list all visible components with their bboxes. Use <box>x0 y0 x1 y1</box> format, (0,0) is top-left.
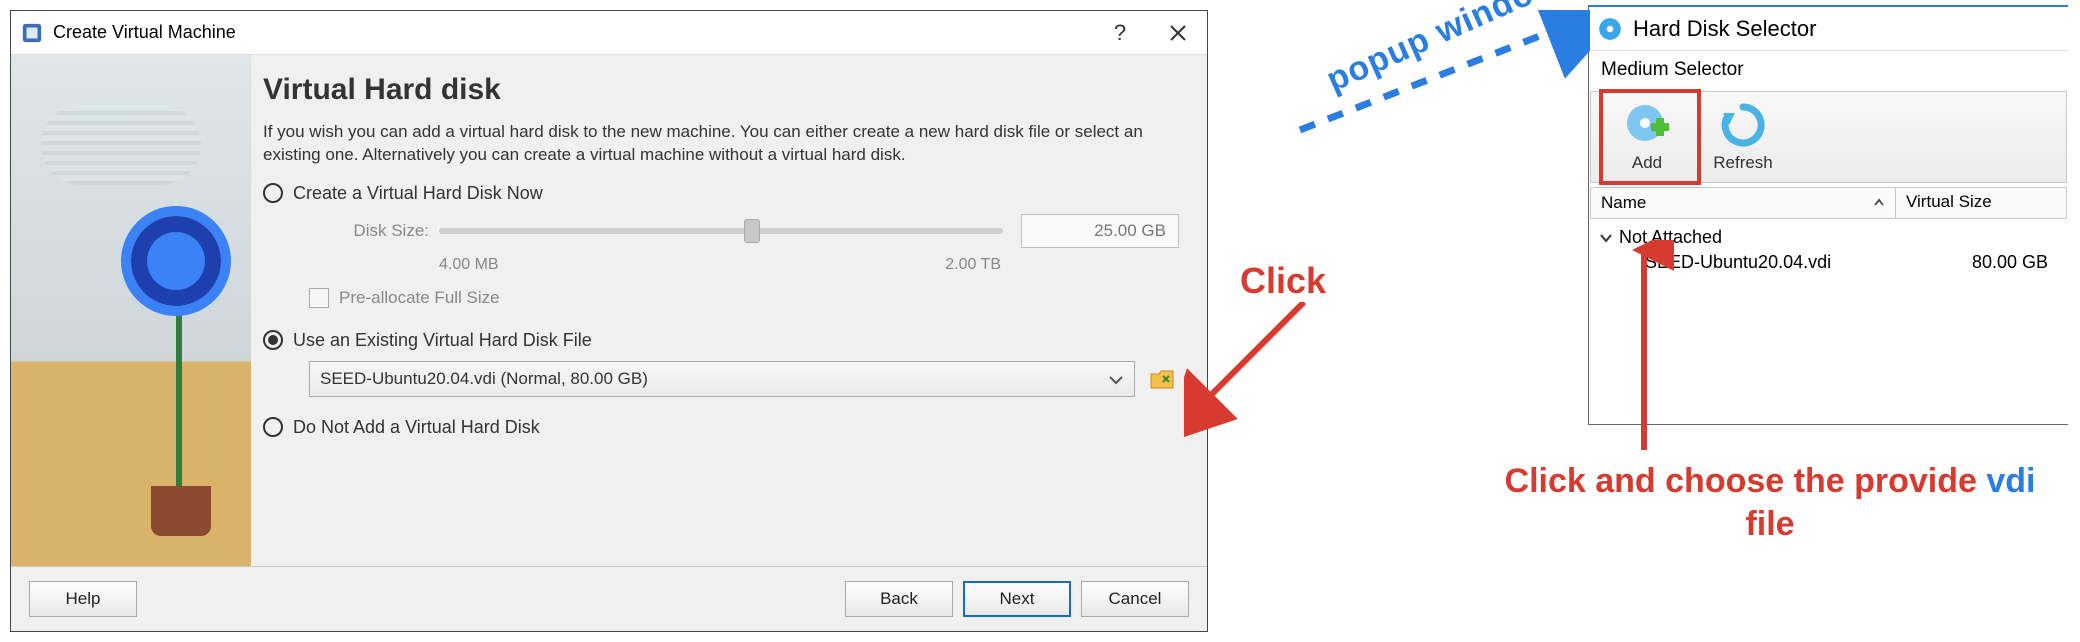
tree-group-not-attached[interactable]: Not Attached <box>1599 225 2058 250</box>
add-disk-button[interactable]: Add <box>1605 95 1689 179</box>
popup-column-headers: Name Virtual Size <box>1590 187 2067 219</box>
checkbox-icon <box>309 288 329 308</box>
column-name-header[interactable]: Name <box>1591 188 1896 218</box>
refresh-icon <box>1719 101 1767 149</box>
option-use-existing-label: Use an Existing Virtual Hard Disk File <box>293 330 592 351</box>
next-button[interactable]: Next <box>963 581 1071 617</box>
scale-max: 2.00 TB <box>945 256 1001 274</box>
annotation-click: Click <box>1240 260 1326 302</box>
browse-disk-button[interactable] <box>1145 362 1179 396</box>
add-disk-icon <box>1623 101 1671 149</box>
back-button[interactable]: Back <box>845 581 953 617</box>
disk-size-block: Disk Size: 25.00 GB 4.00 MB 2.00 TB Pre-… <box>309 214 1179 308</box>
popup-title: Hard Disk Selector <box>1633 16 1816 42</box>
option-use-existing[interactable]: Use an Existing Virtual Hard Disk File <box>263 330 1179 351</box>
radio-icon <box>263 183 283 203</box>
window-title: Create Virtual Machine <box>53 22 1091 43</box>
disk-icon <box>1597 16 1623 42</box>
wizard-body: Virtual Hard disk If you wish you can ad… <box>11 55 1207 566</box>
chevron-down-icon <box>1108 372 1124 388</box>
close-icon <box>1169 24 1187 42</box>
option-do-not-add-label: Do Not Add a Virtual Hard Disk <box>293 417 540 438</box>
hard-disk-selector-window: Hard Disk Selector Medium Selector Add R… <box>1588 5 2068 425</box>
radio-icon <box>263 417 283 437</box>
annotation-choose: Click and choose the provide vdi file <box>1490 460 2050 545</box>
tree-item-size: 80.00 GB <box>1972 252 2048 273</box>
tree-item-name: SEED-Ubuntu20.04.vdi <box>1645 252 1831 273</box>
popup-toolbar: Add Refresh <box>1590 91 2067 183</box>
chevron-down-icon <box>1599 231 1613 245</box>
sort-asc-icon <box>1873 197 1885 209</box>
disk-size-value[interactable]: 25.00 GB <box>1021 214 1179 248</box>
disk-tree: Not Attached SEED-Ubuntu20.04.vdi 80.00 … <box>1599 225 2058 275</box>
radio-icon <box>263 330 283 350</box>
add-label: Add <box>1632 153 1662 173</box>
page-description: If you wish you can add a virtual hard d… <box>263 121 1179 167</box>
option-create-now-label: Create a Virtual Hard Disk Now <box>293 183 543 204</box>
folder-add-icon <box>1149 366 1175 392</box>
titlebar: Create Virtual Machine ? <box>11 11 1207 55</box>
refresh-button[interactable]: Refresh <box>1701 95 1785 179</box>
preallocate-row[interactable]: Pre-allocate Full Size <box>309 288 1179 308</box>
page-heading: Virtual Hard disk <box>263 73 1179 107</box>
popup-subtitle: Medium Selector <box>1589 51 2068 85</box>
tree-item-seed-vdi[interactable]: SEED-Ubuntu20.04.vdi 80.00 GB <box>1645 250 2058 275</box>
titlebar-help-button[interactable]: ? <box>1091 11 1149 55</box>
help-button[interactable]: Help <box>29 581 137 617</box>
slider-thumb[interactable] <box>744 219 760 243</box>
tree-group-label: Not Attached <box>1619 227 1722 248</box>
virtualbox-icon <box>21 22 43 44</box>
column-vsize-header[interactable]: Virtual Size <box>1896 188 2066 218</box>
annotation-highlight-add: Add <box>1599 89 1701 185</box>
titlebar-close-button[interactable] <box>1149 11 1207 55</box>
existing-file-dropdown[interactable]: SEED-Ubuntu20.04.vdi (Normal, 80.00 GB) <box>309 361 1135 397</box>
popup-titlebar: Hard Disk Selector <box>1589 5 2068 51</box>
wizard-content: Virtual Hard disk If you wish you can ad… <box>251 55 1207 566</box>
annotation-popup-window: popup window <box>1321 0 1565 100</box>
disk-size-label: Disk Size: <box>309 221 429 241</box>
scale-min: 4.00 MB <box>439 256 499 274</box>
cancel-button[interactable]: Cancel <box>1081 581 1189 617</box>
disk-size-slider[interactable] <box>439 228 1003 234</box>
wizard-button-bar: Help Back Next Cancel <box>11 566 1207 631</box>
option-do-not-add[interactable]: Do Not Add a Virtual Hard Disk <box>263 417 1179 438</box>
create-vm-wizard: Create Virtual Machine ? Virtual Hard di… <box>10 10 1208 632</box>
existing-file-value: SEED-Ubuntu20.04.vdi (Normal, 80.00 GB) <box>320 369 648 389</box>
option-create-now[interactable]: Create a Virtual Hard Disk Now <box>263 183 1179 204</box>
refresh-label: Refresh <box>1713 153 1773 173</box>
wizard-sidebar-illustration <box>11 55 251 566</box>
preallocate-label: Pre-allocate Full Size <box>339 288 500 308</box>
